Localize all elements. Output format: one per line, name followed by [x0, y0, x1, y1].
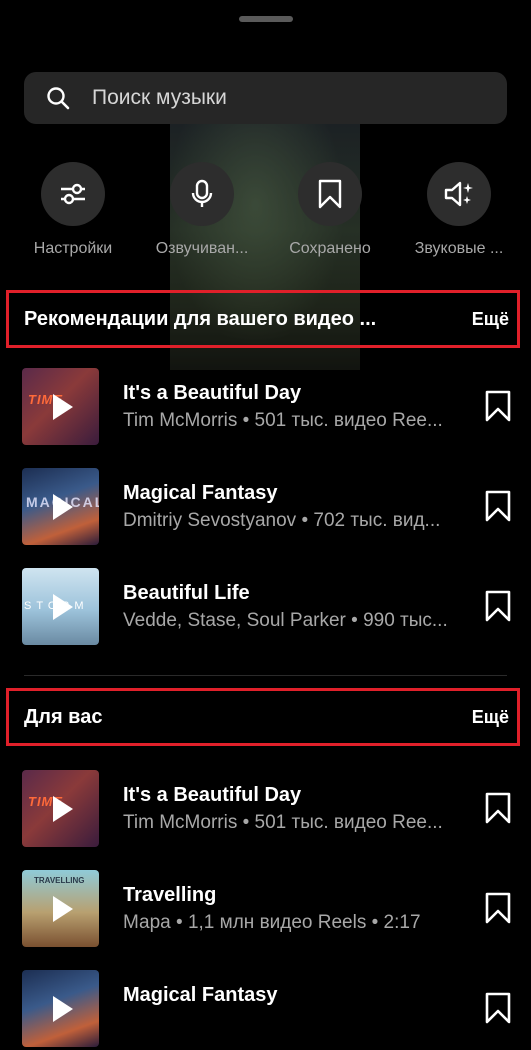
bookmark-icon[interactable] — [484, 992, 512, 1024]
track-subtitle: Tim McMorris • 501 тыс. видео Ree... — [123, 812, 443, 833]
track-title: It's a Beautiful Day — [123, 382, 302, 404]
bookmark-icon[interactable] — [484, 792, 512, 824]
recommended-section-header: Рекомендации для вашего видео ... Ещё — [6, 290, 520, 348]
play-icon — [52, 995, 73, 1022]
drag-handle[interactable] — [239, 16, 293, 22]
track-subtitle: Dmitriy Sevostyanov • 702 тыс. вид... — [123, 510, 441, 531]
track-cover[interactable]: TIME — [22, 368, 99, 445]
track-title: It's a Beautiful Day — [123, 784, 302, 806]
track-subtitle: Мара • 1,1 млн видео Reels • 2:17 — [123, 912, 421, 933]
settings-circle — [41, 162, 105, 226]
sound-effects-icon — [444, 181, 473, 207]
track-title: Beautiful Life — [123, 582, 250, 604]
recommended-more-link[interactable]: Ещё — [472, 309, 509, 330]
settings-label: Настройки — [33, 240, 113, 257]
track-row[interactable]: TRAVELLING Travelling Мара • 1,1 млн вид… — [0, 870, 531, 950]
play-icon — [52, 895, 73, 922]
voiceover-label: Озвучиван... — [155, 240, 249, 257]
voiceover-button[interactable]: Озвучиван... — [136, 162, 268, 258]
bookmark-icon[interactable] — [484, 390, 512, 422]
track-title: Magical Fantasy — [123, 984, 278, 1006]
sound-effects-circle — [427, 162, 491, 226]
section-divider — [24, 675, 507, 676]
voiceover-circle — [170, 162, 234, 226]
saved-button[interactable]: Сохранено — [264, 162, 396, 258]
search-placeholder: Поиск музыки — [92, 86, 227, 109]
play-icon — [52, 493, 73, 520]
search-input[interactable]: Поиск музыки — [24, 72, 507, 124]
track-row[interactable]: STORM Beautiful Life Vedde, Stase, Soul … — [0, 568, 531, 648]
track-row[interactable]: Magical Fantasy — [0, 970, 531, 1050]
track-title: Magical Fantasy — [123, 482, 278, 504]
settings-button[interactable]: Настройки — [7, 162, 139, 258]
track-title: Travelling — [123, 884, 217, 906]
microphone-icon — [191, 179, 213, 207]
for-you-more-link[interactable]: Ещё — [472, 707, 509, 728]
track-cover[interactable] — [22, 970, 99, 1047]
track-subtitle: Vedde, Stase, Soul Parker • 990 тыс... — [123, 610, 448, 631]
search-icon — [47, 87, 70, 110]
track-cover[interactable]: STORM — [22, 568, 99, 645]
recommended-section-title: Рекомендации для вашего видео ... — [24, 307, 377, 330]
for-you-section-header: Для вас Ещё — [6, 688, 520, 746]
sliders-icon — [61, 183, 85, 205]
track-row[interactable]: TIME It's a Beautiful Day Tim McMorris •… — [0, 770, 531, 850]
cover-lettering: TRAVELLING — [34, 876, 85, 885]
bookmark-icon[interactable] — [484, 892, 512, 924]
track-cover[interactable]: MAGICAL — [22, 468, 99, 545]
track-cover[interactable]: TIME — [22, 770, 99, 847]
play-icon — [52, 393, 73, 420]
bookmark-icon[interactable] — [484, 490, 512, 522]
bookmark-icon — [318, 179, 342, 209]
track-cover[interactable]: TRAVELLING — [22, 870, 99, 947]
saved-circle — [298, 162, 362, 226]
track-row[interactable]: MAGICAL Magical Fantasy Dmitriy Sevostya… — [0, 468, 531, 548]
track-subtitle: Tim McMorris • 501 тыс. видео Ree... — [123, 410, 443, 431]
play-icon — [52, 593, 73, 620]
saved-label: Сохранено — [289, 240, 371, 257]
sound-effects-button[interactable]: Звуковые ... — [393, 162, 525, 258]
sound-effects-label: Звуковые ... — [414, 240, 504, 257]
track-row[interactable]: TIME It's a Beautiful Day Tim McMorris •… — [0, 368, 531, 448]
for-you-section-title: Для вас — [24, 705, 103, 728]
bookmark-icon[interactable] — [484, 590, 512, 622]
play-icon — [52, 795, 73, 822]
